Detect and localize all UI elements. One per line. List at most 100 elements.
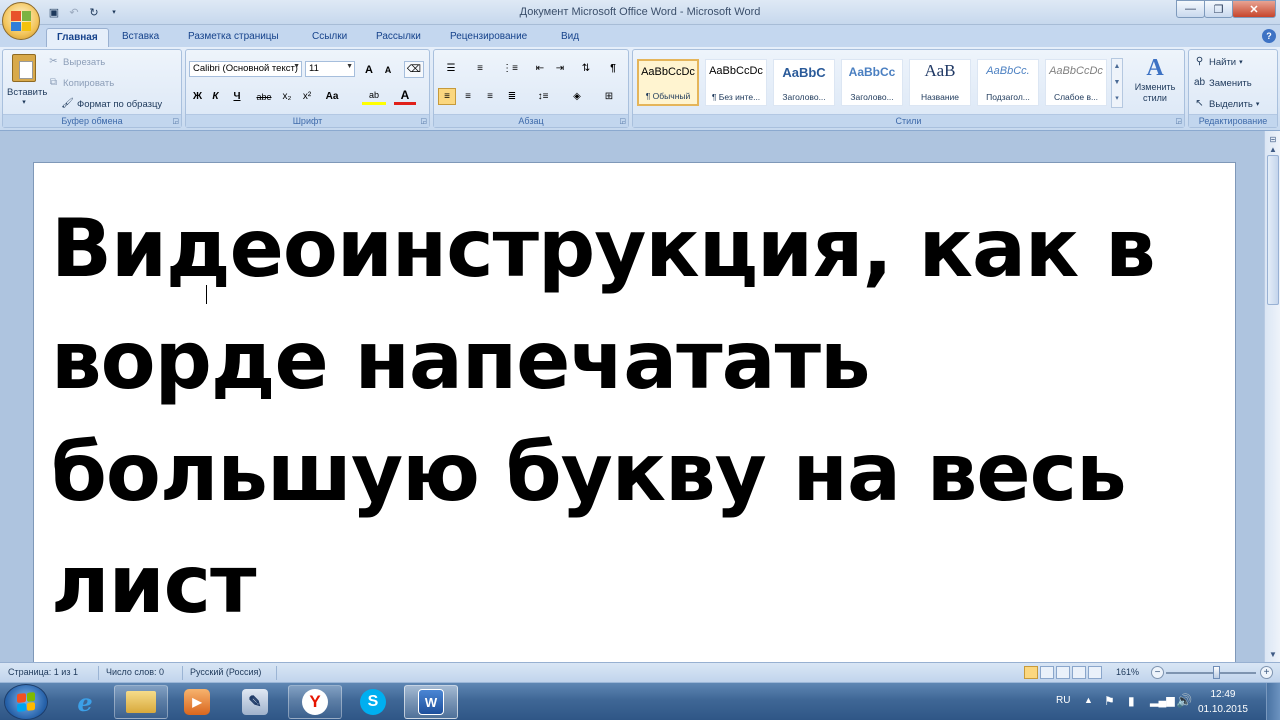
numbering-button[interactable]: ≡ bbox=[467, 60, 493, 77]
bullets-button[interactable]: ☰ bbox=[438, 60, 464, 77]
show-desktop-button[interactable] bbox=[1266, 683, 1280, 720]
superscript-button[interactable]: x² bbox=[298, 88, 316, 105]
paste-button[interactable]: Вставить ▾ bbox=[7, 54, 47, 112]
style-normal[interactable]: AaBbCcDc ¶ Обычный bbox=[637, 59, 699, 106]
style-subtitle[interactable]: AaBbCc. Подзагол... bbox=[977, 59, 1039, 106]
font-name-combo[interactable]: Calibri (Основной текст) ▼ bbox=[189, 61, 302, 77]
tab-references[interactable]: Ссылки bbox=[302, 28, 357, 47]
zoom-in-icon[interactable]: + bbox=[1260, 666, 1273, 679]
shading-button[interactable]: ◈ bbox=[563, 88, 591, 105]
battery-icon[interactable]: ▮ bbox=[1128, 694, 1135, 708]
minimize-button[interactable]: — bbox=[1176, 0, 1205, 18]
volume-icon[interactable]: 🔊 bbox=[1176, 693, 1192, 709]
word-count[interactable]: Число слов: 0 bbox=[106, 667, 164, 677]
style-subtle-emphasis[interactable]: AaBbCcDc Слабое в... bbox=[1045, 59, 1107, 106]
cut-button[interactable]: ✂ Вырезать bbox=[47, 56, 105, 68]
shrink-font-button[interactable]: A bbox=[379, 61, 397, 78]
align-right-button[interactable]: ≡ bbox=[481, 88, 499, 105]
language[interactable]: Русский (Россия) bbox=[190, 667, 261, 677]
style-preview: AaBbCc. bbox=[986, 65, 1030, 77]
strikethrough-button[interactable]: abe bbox=[252, 88, 276, 105]
office-button[interactable] bbox=[2, 2, 40, 40]
styles-scroll[interactable]: ▲ ▼ ▾ bbox=[1111, 58, 1123, 108]
clipboard-group-label: Буфер обмена bbox=[3, 114, 181, 127]
align-left-button[interactable]: ≡ bbox=[438, 88, 456, 105]
copy-button[interactable]: ⧉ Копировать bbox=[47, 77, 114, 89]
zoom-out-icon[interactable]: − bbox=[1151, 666, 1164, 679]
print-layout-view-icon[interactable] bbox=[1024, 666, 1038, 679]
vertical-scrollbar[interactable]: ⊟ ▲ ▼ bbox=[1264, 131, 1280, 662]
font-color-button[interactable]: A bbox=[394, 88, 416, 105]
format-painter-button[interactable]: 🖌 Формат по образцу bbox=[61, 98, 162, 110]
taskbar-ie[interactable]: e bbox=[58, 685, 112, 719]
full-screen-view-icon[interactable] bbox=[1040, 666, 1054, 679]
document-text[interactable]: Видеоинструкция, как в ворде напечатать … bbox=[51, 193, 1231, 641]
close-button[interactable]: ✕ bbox=[1232, 0, 1276, 18]
italic-button[interactable]: К bbox=[208, 88, 223, 105]
select-button[interactable]: ↖ Выделить ▾ bbox=[1193, 98, 1259, 110]
taskbar-skype[interactable]: S bbox=[346, 685, 400, 719]
style-label: Название bbox=[921, 92, 959, 102]
style-no-spacing[interactable]: AaBbCcDc ¶ Без инте... bbox=[705, 59, 767, 106]
text-cursor bbox=[206, 285, 207, 304]
multilevel-list-button[interactable]: ⋮≡ bbox=[496, 60, 524, 77]
style-heading-2[interactable]: AaBbCc Заголово... bbox=[841, 59, 903, 106]
highlight-button[interactable]: ab bbox=[362, 88, 386, 105]
tab-home[interactable]: Главная bbox=[46, 28, 109, 47]
draft-view-icon[interactable] bbox=[1088, 666, 1102, 679]
align-center-button[interactable]: ≡ bbox=[459, 88, 477, 105]
change-styles-button[interactable]: A Изменить стили bbox=[1127, 54, 1183, 112]
scrollbar-thumb[interactable] bbox=[1267, 155, 1279, 305]
web-layout-view-icon[interactable] bbox=[1056, 666, 1070, 679]
paragraph-launcher-icon[interactable]: ◲ bbox=[619, 117, 626, 125]
clipboard-launcher-icon[interactable]: ◲ bbox=[172, 117, 179, 125]
taskbar-yandex-browser[interactable]: Y bbox=[288, 685, 342, 719]
tab-mailings[interactable]: Рассылки bbox=[366, 28, 431, 47]
styles-launcher-icon[interactable]: ◲ bbox=[1175, 117, 1182, 125]
font-size-combo[interactable]: 11 ▼ bbox=[305, 61, 355, 77]
document-page[interactable]: Видеоинструкция, как в ворде напечатать … bbox=[33, 162, 1236, 662]
justify-button[interactable]: ≣ bbox=[503, 88, 521, 105]
replace-button[interactable]: ab Заменить bbox=[1193, 77, 1252, 89]
tab-insert[interactable]: Вставка bbox=[112, 28, 169, 47]
show-hidden-icons[interactable]: ▲ bbox=[1084, 695, 1093, 705]
start-button[interactable] bbox=[4, 684, 48, 720]
change-case-button[interactable]: Aa bbox=[320, 88, 344, 105]
zoom-slider-thumb[interactable] bbox=[1213, 666, 1220, 679]
style-preview: AaBbCcDc bbox=[641, 66, 695, 78]
zoom-level[interactable]: 161% bbox=[1116, 667, 1139, 677]
line-spacing-button[interactable]: ↕≡ bbox=[529, 88, 557, 105]
grow-font-button[interactable]: A bbox=[360, 61, 378, 78]
underline-button[interactable]: Ч bbox=[226, 88, 248, 105]
decrease-indent-button[interactable]: ⇤ bbox=[531, 60, 549, 77]
signal-icon[interactable]: ▂▄▆ bbox=[1150, 694, 1175, 707]
scroll-down-icon[interactable]: ▼ bbox=[1266, 648, 1280, 662]
maximize-button[interactable]: ❐ bbox=[1204, 0, 1233, 18]
style-heading-1[interactable]: AaBbC Заголово... bbox=[773, 59, 835, 106]
style-title[interactable]: АаВ Название bbox=[909, 59, 971, 106]
pilcrow-icon: ¶ bbox=[610, 63, 616, 74]
outline-view-icon[interactable] bbox=[1072, 666, 1086, 679]
help-icon[interactable]: ? bbox=[1262, 29, 1276, 43]
find-button[interactable]: ⚲ Найти ▾ bbox=[1193, 56, 1243, 68]
taskbar-word[interactable]: W bbox=[404, 685, 458, 719]
tab-review[interactable]: Рецензирование bbox=[440, 28, 537, 47]
clock[interactable]: 12:49 01.10.2015 bbox=[1198, 687, 1248, 717]
action-center-icon[interactable]: ⚑ bbox=[1104, 694, 1115, 708]
input-language[interactable]: RU bbox=[1056, 695, 1070, 706]
taskbar-explorer[interactable] bbox=[114, 685, 168, 719]
show-marks-button[interactable]: ¶ bbox=[603, 60, 623, 77]
bold-button[interactable]: Ж bbox=[190, 88, 205, 105]
increase-indent-button[interactable]: ⇥ bbox=[551, 60, 569, 77]
borders-button[interactable]: ⊞ bbox=[595, 88, 623, 105]
font-launcher-icon[interactable]: ◲ bbox=[420, 117, 427, 125]
zoom-slider-track[interactable] bbox=[1166, 672, 1256, 674]
taskbar-media-player[interactable]: ▶ bbox=[170, 685, 224, 719]
tab-view[interactable]: Вид bbox=[551, 28, 589, 47]
subscript-button[interactable]: x₂ bbox=[278, 88, 296, 105]
taskbar-app-tool[interactable]: ✎ bbox=[228, 685, 282, 719]
clear-format-button[interactable]: ⌫ bbox=[404, 61, 424, 78]
tab-page-layout[interactable]: Разметка страницы bbox=[178, 28, 289, 47]
sort-button[interactable]: ⇅ bbox=[577, 60, 595, 77]
page-count[interactable]: Страница: 1 из 1 bbox=[8, 667, 78, 677]
